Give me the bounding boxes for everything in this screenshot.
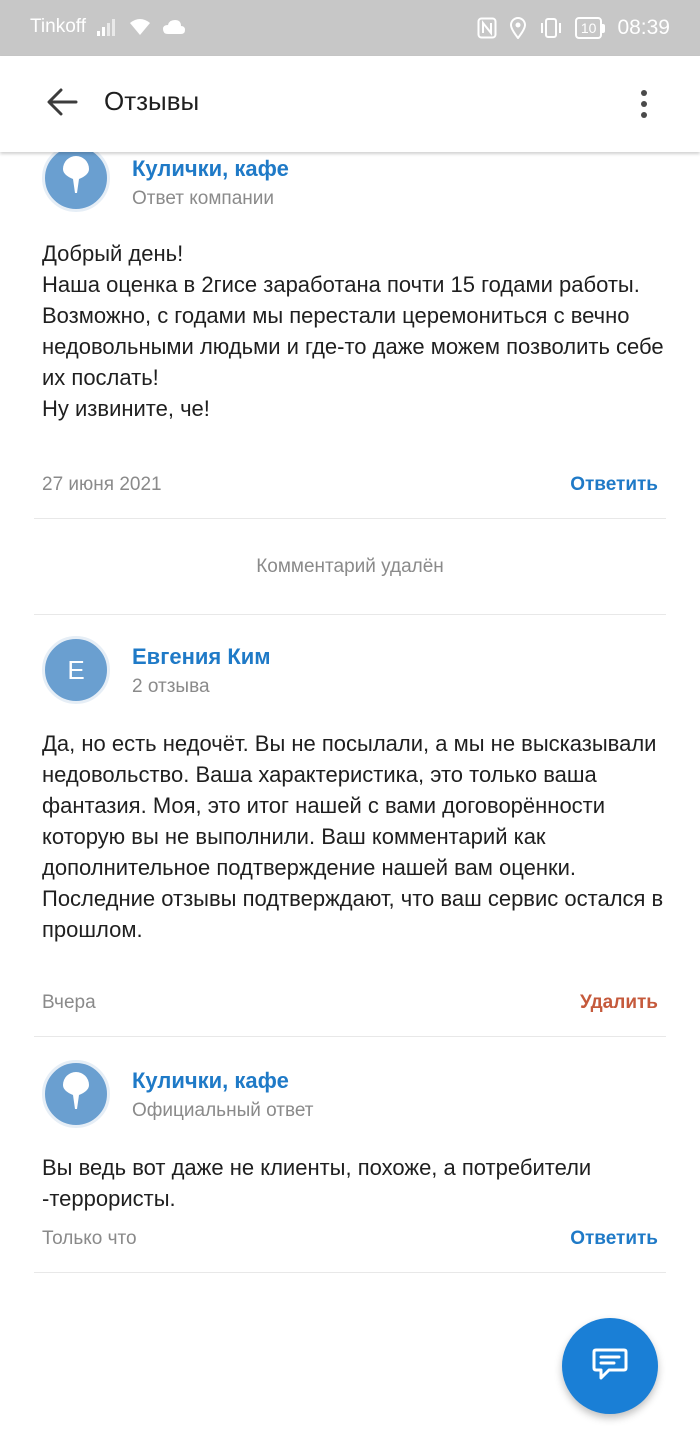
page-title: Отзывы <box>104 86 200 116</box>
wifi-icon <box>128 18 152 36</box>
author-subtitle: Ответ компании <box>132 188 275 209</box>
app-bar: Отзывы <box>0 56 700 152</box>
divider <box>34 1272 666 1273</box>
cafe-logo-icon <box>61 1071 91 1118</box>
avatar <box>42 1060 110 1128</box>
reply-button[interactable]: Ответить <box>570 474 658 496</box>
review-text: Да, но есть недочёт. Вы не посылали, а м… <box>42 731 664 942</box>
location-icon <box>509 17 527 39</box>
more-options-button[interactable] <box>632 86 656 122</box>
status-bar: Tinkoff 10 08:39 <box>0 0 700 56</box>
review-text: Добрый день! Наша оценка в 2гисе заработ… <box>42 241 664 421</box>
review-date: Вчера <box>42 992 96 1013</box>
chat-icon <box>592 1347 628 1386</box>
avatar <box>42 152 110 212</box>
more-vert-dot <box>641 101 647 107</box>
carrier-label: Tinkoff <box>30 16 86 37</box>
delete-button[interactable]: Удалить <box>580 992 658 1014</box>
battery-level: 10 <box>574 17 603 39</box>
more-vert-dot <box>641 112 647 118</box>
reviews-list: Кулички, кафе Ответ компании Добрый день… <box>0 152 700 1454</box>
divider <box>34 1036 666 1037</box>
avatar-letter: Е <box>67 654 85 685</box>
signal-icon <box>96 18 118 36</box>
divider <box>34 518 666 519</box>
review-date: Только что <box>42 1228 137 1249</box>
battery-icon: 10 <box>574 17 606 39</box>
arrow-back-icon <box>46 88 78 121</box>
status-right: 10 08:39 <box>477 16 670 40</box>
more-vert-icon <box>641 90 647 96</box>
back-button[interactable] <box>40 84 84 124</box>
author-subtitle: 2 отзыва <box>132 676 210 697</box>
battery-tip <box>602 23 606 33</box>
vibrate-icon <box>539 17 563 39</box>
author-subtitle: Официальный ответ <box>132 1100 314 1121</box>
cloud-icon <box>162 19 186 35</box>
author-name[interactable]: Евгения Ким <box>132 644 271 670</box>
deleted-comment-note: Комментарий удалён <box>256 556 444 577</box>
avatar[interactable]: Е <box>42 636 110 704</box>
cafe-logo-icon <box>61 155 91 202</box>
write-comment-fab[interactable] <box>562 1318 658 1414</box>
review-date: 27 июня 2021 <box>42 474 162 495</box>
reply-button[interactable]: Ответить <box>570 1228 658 1250</box>
nfc-icon <box>477 17 497 39</box>
author-name[interactable]: Кулички, кафе <box>132 156 289 182</box>
clock: 08:39 <box>617 16 670 39</box>
status-left: Tinkoff <box>30 16 186 38</box>
divider <box>34 614 666 615</box>
author-name[interactable]: Кулички, кафе <box>132 1068 289 1094</box>
review-text: Вы ведь вот даже не клиенты, похоже, а п… <box>42 1155 592 1211</box>
